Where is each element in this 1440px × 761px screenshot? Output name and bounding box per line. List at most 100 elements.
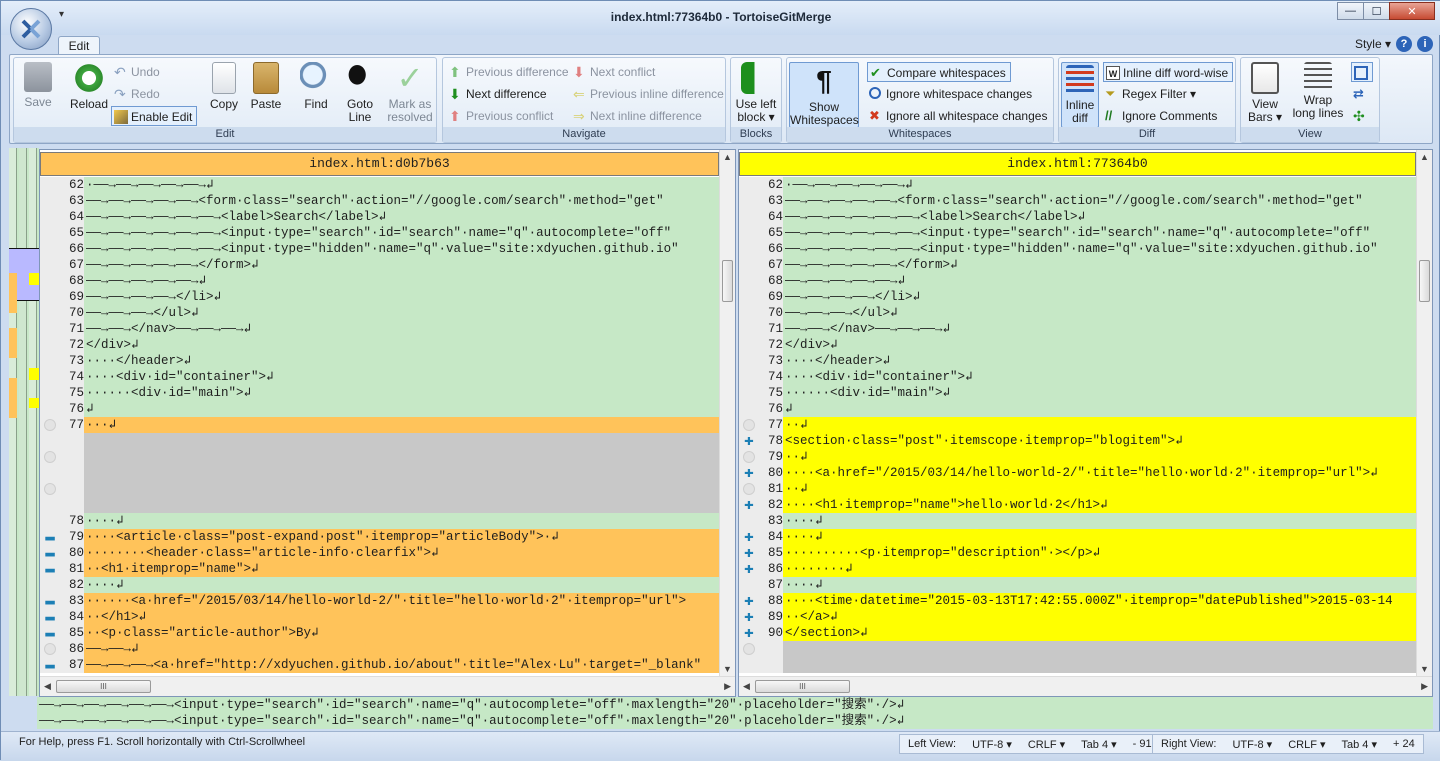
regex-filter-menu[interactable]: ⏷ Regex Filter ▾: [1103, 84, 1196, 104]
right-encoding-menu[interactable]: UTF-8 ▾: [1224, 738, 1280, 751]
line-text[interactable]: ····</header>↲: [785, 353, 1416, 369]
location-bar[interactable]: [9, 148, 39, 696]
previous-difference-button[interactable]: ⬆ Previous difference: [447, 62, 569, 82]
next-inline-difference-button[interactable]: ⇒ Next inline difference: [571, 106, 702, 126]
line-text[interactable]: ··↲: [785, 417, 1416, 433]
code-line[interactable]: 67 ——→——→——→——→——→</form>↲: [40, 257, 719, 273]
line-text[interactable]: ········<header·class="article-info·clea…: [86, 545, 719, 561]
code-line[interactable]: 66 ——→——→——→——→——→——→<input·type="hidden"…: [739, 241, 1416, 257]
ignore-comments-option[interactable]: // Ignore Comments: [1103, 106, 1217, 126]
code-line[interactable]: 77 ···↲: [40, 417, 719, 433]
code-line[interactable]: 72 </div>↲: [739, 337, 1416, 353]
line-text[interactable]: ——→——→——→——→——→<form·class="search"·acti…: [86, 193, 719, 209]
code-line[interactable]: 65 ——→——→——→——→——→——→<input·type="search"…: [40, 225, 719, 241]
left-encoding-menu[interactable]: UTF-8 ▾: [964, 738, 1020, 751]
next-difference-button[interactable]: ⬇ Next difference: [447, 84, 547, 104]
code-line[interactable]: 65 ——→——→——→——→——→——→<input·type="search"…: [739, 225, 1416, 241]
save-button[interactable]: Save: [18, 62, 58, 109]
code-line[interactable]: 75 ······<div·id="main">↲: [739, 385, 1416, 401]
line-text[interactable]: </div>↲: [86, 337, 719, 353]
line-text[interactable]: [785, 657, 1416, 673]
previous-conflict-button[interactable]: ⬆ Previous conflict: [447, 106, 553, 126]
ignore-all-whitespace-changes-option[interactable]: ✖ Ignore all whitespace changes: [867, 106, 1047, 126]
line-text[interactable]: ——→——→——→——→</li>↲: [86, 289, 719, 305]
compare-whitespaces-option[interactable]: ✔ Compare whitespaces: [867, 62, 1011, 82]
layout-pane-toggle[interactable]: [1351, 62, 1373, 82]
line-text[interactable]: ········↲: [785, 561, 1416, 577]
line-text[interactable]: ····↲: [785, 577, 1416, 593]
code-line[interactable]: 63 ——→——→——→——→——→<form·class="search"·ac…: [739, 193, 1416, 209]
code-line[interactable]: [40, 465, 719, 481]
next-conflict-button[interactable]: ⬇ Next conflict: [571, 62, 655, 82]
code-line[interactable]: 63 ——→——→——→——→——→<form·class="search"·ac…: [40, 193, 719, 209]
code-line[interactable]: 82 ····↲: [40, 577, 719, 593]
goto-line-button[interactable]: Goto Line: [340, 62, 380, 124]
code-line[interactable]: 64 ——→——→——→——→——→——→<label>Search</label…: [40, 209, 719, 225]
view-bars-button[interactable]: View Bars ▾: [1243, 62, 1287, 124]
left-tab-menu[interactable]: Tab 4 ▾: [1073, 738, 1125, 751]
code-line[interactable]: 81 ··↲: [739, 481, 1416, 497]
code-line[interactable]: 70 ——→——→——→</ul>↲: [40, 305, 719, 321]
line-text[interactable]: [86, 449, 719, 465]
line-text[interactable]: ——→——→——→——→——→——→<input·type="search"·i…: [86, 225, 719, 241]
line-text[interactable]: ····<h1·itemprop="name">hello·world·2</h…: [785, 497, 1416, 513]
line-text[interactable]: ——→——→——→——→——→——→<input·type="hidden"·n…: [86, 241, 719, 257]
line-text[interactable]: ····<time·datetime="2015-03-13T17:42:55.…: [785, 593, 1416, 609]
right-code-view[interactable]: 62 ·——→——→——→——→——→↲ 63 ——→——→——→——→——→<for…: [739, 177, 1416, 676]
code-line[interactable]: [40, 449, 719, 465]
code-line[interactable]: ✚ 90 </section>↲: [739, 625, 1416, 641]
line-text[interactable]: </div>↲: [785, 337, 1416, 353]
code-line[interactable]: 87 ····↲: [739, 577, 1416, 593]
code-line[interactable]: 71 ——→——→</nav>——→——→——→↲: [40, 321, 719, 337]
undo-button[interactable]: ↶ Undo: [112, 62, 160, 82]
line-text[interactable]: ····</header>↲: [86, 353, 719, 369]
show-whitespaces-button[interactable]: ¶ Show Whitespaces: [789, 62, 859, 128]
line-text[interactable]: ······<div·id="main">↲: [86, 385, 719, 401]
line-text[interactable]: ··↲: [785, 481, 1416, 497]
line-text[interactable]: ——→——→——→<a·href="http://xdyuchen.github…: [86, 657, 719, 673]
left-diff-pane[interactable]: index.html:d0b7b63 62 ·——→——→——→——→——→↲ 63…: [39, 149, 736, 697]
line-text[interactable]: ·——→——→——→——→——→↲: [785, 177, 1416, 193]
inline-diff-button[interactable]: Inline diff: [1061, 62, 1099, 128]
line-text[interactable]: ——→——→</nav>——→——→——→↲: [86, 321, 719, 337]
swap-views-button[interactable]: ⇄: [1351, 84, 1373, 104]
line-text[interactable]: ——→——→——→——→——→<form·class="search"·acti…: [785, 193, 1416, 209]
line-text[interactable]: <section·class="post"·itemscope·itemprop…: [785, 433, 1416, 449]
code-line[interactable]: 74 ····<div·id="container">↲: [739, 369, 1416, 385]
right-vscroll-thumb[interactable]: [1419, 260, 1430, 302]
right-diff-pane[interactable]: index.html:77364b0 62 ·——→——→——→——→——→↲ 63…: [738, 149, 1433, 697]
code-line[interactable]: 67 ——→——→——→——→——→</form>↲: [739, 257, 1416, 273]
paste-button[interactable]: Paste: [246, 62, 286, 111]
code-line[interactable]: 76 ↲: [40, 401, 719, 417]
wrap-long-lines-button[interactable]: Wrap long lines: [1289, 62, 1347, 120]
code-line[interactable]: 69 ——→——→——→——→</li>↲: [40, 289, 719, 305]
line-text[interactable]: ·——→——→——→——→——→↲: [86, 177, 719, 193]
code-line[interactable]: 62 ·——→——→——→——→——→↲: [739, 177, 1416, 193]
line-text[interactable]: [86, 465, 719, 481]
line-text[interactable]: ——→——→——→——→——→——→<input·type="search"·i…: [785, 225, 1416, 241]
code-line[interactable]: [40, 497, 719, 513]
code-line[interactable]: 69 ——→——→——→——→</li>↲: [739, 289, 1416, 305]
line-text[interactable]: ····↲: [86, 577, 719, 593]
line-text[interactable]: ····↲: [86, 513, 719, 529]
style-menu[interactable]: Style ▾: [1355, 37, 1391, 51]
close-button[interactable]: ✕: [1389, 2, 1435, 20]
ignore-whitespace-changes-option[interactable]: Ignore whitespace changes: [867, 84, 1032, 104]
code-line[interactable]: [739, 657, 1416, 673]
code-line[interactable]: 68 ——→——→——→——→——→↲: [739, 273, 1416, 289]
line-text[interactable]: ··········<p·itemprop="description"·></p…: [785, 545, 1416, 561]
maximize-button[interactable]: ☐: [1363, 2, 1390, 20]
code-line[interactable]: 70 ——→——→——→</ul>↲: [739, 305, 1416, 321]
code-line[interactable]: 75 ······<div·id="main">↲: [40, 385, 719, 401]
line-text[interactable]: ——→——→</nav>——→——→——→↲: [785, 321, 1416, 337]
line-text[interactable]: ——→——→——→——→——→↲: [785, 273, 1416, 289]
code-line[interactable]: ✚ 86 ········↲: [739, 561, 1416, 577]
left-vertical-scrollbar[interactable]: ▲ ▼: [719, 150, 735, 676]
right-eol-menu[interactable]: CRLF ▾: [1280, 738, 1333, 751]
minimize-button[interactable]: —: [1337, 2, 1364, 20]
line-text[interactable]: [86, 481, 719, 497]
line-text[interactable]: ····<div·id="container">↲: [86, 369, 719, 385]
line-text[interactable]: ——→——→——→——→</li>↲: [785, 289, 1416, 305]
line-text[interactable]: ——→——→↲: [86, 641, 719, 657]
code-line[interactable]: 64 ——→——→——→——→——→——→<label>Search</label…: [739, 209, 1416, 225]
